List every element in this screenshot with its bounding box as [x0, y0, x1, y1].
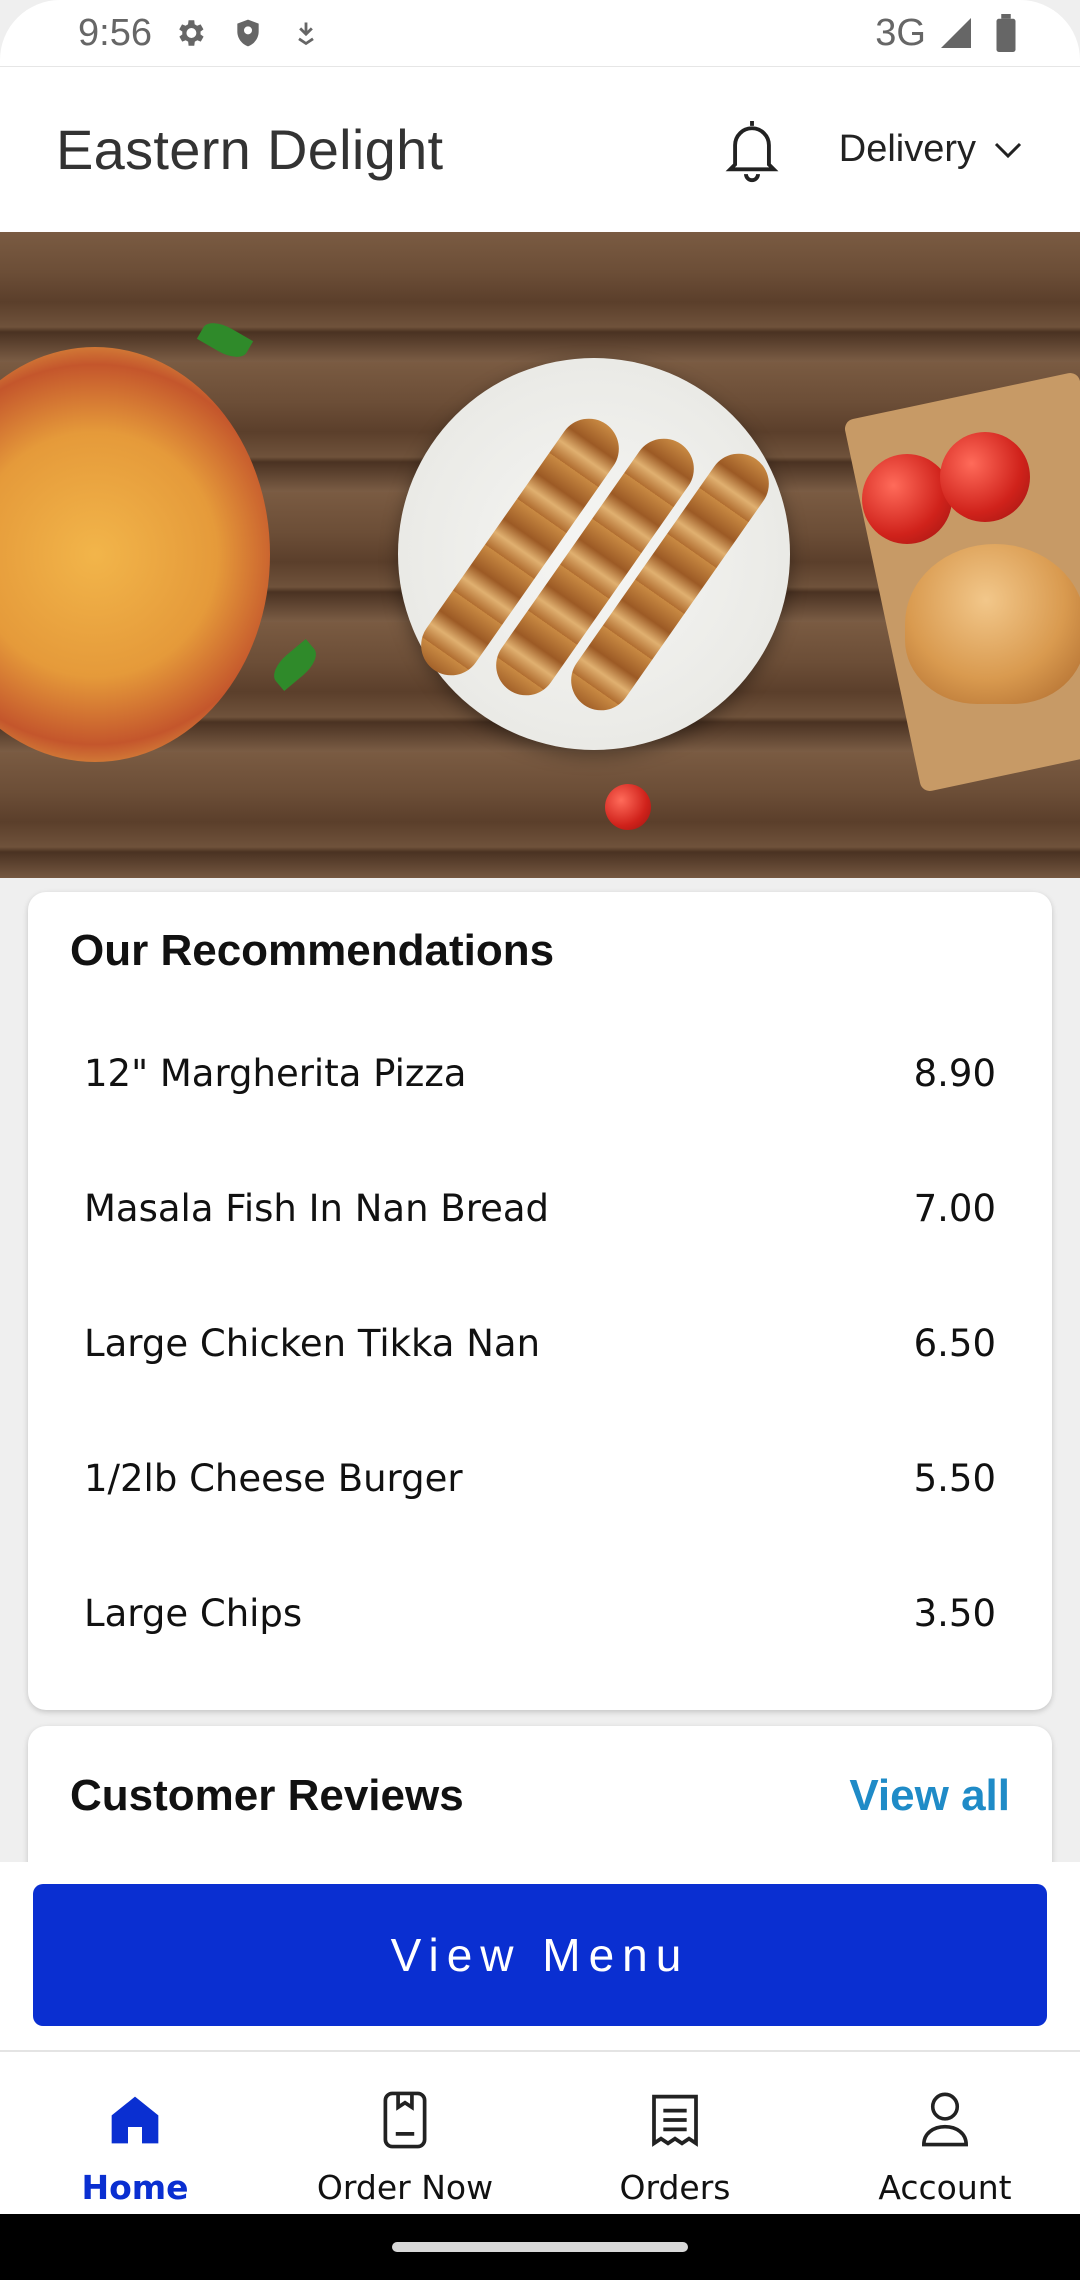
item-price: 8.90: [913, 1052, 996, 1095]
nav-item-orders[interactable]: Orders: [540, 2052, 810, 2214]
status-bar: 9:56 3G: [0, 0, 1080, 66]
recommendations-card: Our Recommendations 12" Margherita Pizza…: [28, 892, 1052, 1710]
network-type: 3G: [875, 11, 926, 54]
battery-icon: [986, 13, 1026, 53]
signal-icon: [936, 13, 976, 53]
reviews-title: Customer Reviews: [70, 1771, 464, 1820]
gear-icon: [170, 13, 210, 53]
home-gesture-handle[interactable]: [392, 2242, 688, 2252]
tomato-image: [862, 454, 952, 544]
nav-item-home[interactable]: Home: [0, 2052, 270, 2214]
status-time: 9:56: [78, 11, 152, 54]
basil-leaf: [196, 316, 254, 364]
nav-label-account: Account: [878, 2168, 1012, 2207]
item-name: Large Chips: [84, 1592, 303, 1635]
recommendations-list: 12" Margherita Pizza 8.90 Masala Fish In…: [70, 1006, 1010, 1681]
nav-label-orders: Orders: [619, 2168, 731, 2207]
item-name: 1/2lb Cheese Burger: [84, 1457, 463, 1500]
item-price: 7.00: [913, 1187, 996, 1230]
item-price: 6.50: [913, 1322, 996, 1365]
delivery-mode-label: Delivery: [838, 128, 976, 170]
nav-label-order-now: Order Now: [316, 2168, 494, 2207]
item-name: Large Chicken Tikka Nan: [84, 1322, 541, 1365]
bottom-nav: Home Order Now Orders Account: [0, 2050, 1080, 2214]
view-menu-button[interactable]: View Menu: [33, 1884, 1047, 2026]
app-header: Eastern Delight Delivery: [0, 66, 1080, 232]
customer-reviews-card: Customer Reviews View all: [28, 1726, 1052, 1866]
cta-area: View Menu: [0, 1862, 1080, 2050]
view-all-link[interactable]: View all: [849, 1771, 1010, 1821]
account-icon: [915, 2090, 975, 2150]
download-icon: [286, 13, 326, 53]
item-price: 3.50: [913, 1592, 996, 1635]
recommendations-title: Our Recommendations: [70, 926, 555, 975]
list-item[interactable]: Large Chips 3.50: [70, 1546, 1010, 1681]
tomato-image: [940, 432, 1030, 522]
chevron-down-icon: [994, 135, 1024, 165]
delivery-mode-selector[interactable]: Delivery: [839, 128, 1024, 171]
system-navigation-bar: [0, 2214, 1080, 2280]
list-item[interactable]: 12" Margherita Pizza 8.90: [70, 1006, 1010, 1141]
item-name: Masala Fish In Nan Bread: [84, 1187, 550, 1230]
bell-icon[interactable]: [721, 114, 783, 186]
home-icon: [105, 2090, 165, 2150]
chili-slice-image: [605, 784, 651, 830]
nav-item-account[interactable]: Account: [810, 2052, 1080, 2214]
nav-item-order-now[interactable]: Order Now: [270, 2052, 540, 2214]
nav-label-home: Home: [81, 2168, 189, 2207]
hero-food-image: [0, 232, 1080, 878]
pizza-image: [0, 347, 270, 762]
basil-leaf: [267, 638, 323, 692]
restaurant-name: Eastern Delight: [56, 118, 444, 181]
receipt-icon: [645, 2090, 705, 2150]
burger-image: [905, 544, 1080, 704]
list-item[interactable]: 1/2lb Cheese Burger 5.50: [70, 1411, 1010, 1546]
item-price: 5.50: [913, 1457, 996, 1500]
order-now-icon: [375, 2090, 435, 2150]
item-name: 12" Margherita Pizza: [84, 1052, 467, 1095]
list-item[interactable]: Masala Fish In Nan Bread 7.00: [70, 1141, 1010, 1276]
list-item[interactable]: Large Chicken Tikka Nan 6.50: [70, 1276, 1010, 1411]
shield-icon: [228, 13, 268, 53]
